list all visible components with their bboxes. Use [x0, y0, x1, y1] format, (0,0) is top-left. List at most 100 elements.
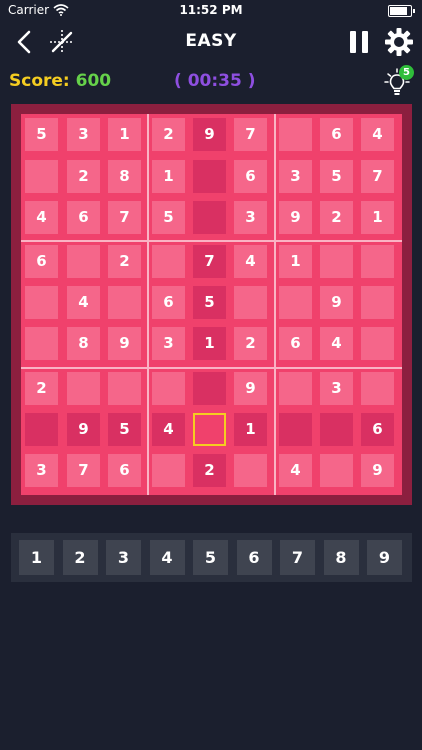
- number-button-6[interactable]: 6: [236, 540, 272, 575]
- number-button-1[interactable]: 1: [19, 540, 54, 575]
- clock: 11:52 PM: [179, 3, 243, 17]
- sudoku-cell-r4c9[interactable]: [361, 245, 394, 278]
- sudoku-cell-r1c4[interactable]: 2: [152, 118, 185, 151]
- sudoku-cell-r7c7[interactable]: [279, 372, 312, 405]
- number-button-4[interactable]: 4: [149, 540, 185, 575]
- number-pad: 123456789: [11, 533, 412, 582]
- sudoku-cell-r1c8[interactable]: 6: [320, 118, 353, 151]
- score-row: Score: 600 ( 00:35 ) 5: [0, 62, 422, 102]
- sudoku-cell-r3c3[interactable]: 7: [108, 201, 141, 234]
- score-display: Score: 600: [9, 71, 111, 91]
- sudoku-cell-r6c3[interactable]: 9: [108, 327, 141, 360]
- sudoku-cell-r2c4[interactable]: 1: [152, 160, 185, 193]
- sudoku-cell-r5c1[interactable]: [25, 286, 58, 319]
- sudoku-cell-r8c2[interactable]: 9: [67, 413, 100, 446]
- sudoku-cell-r4c8[interactable]: [320, 245, 353, 278]
- sudoku-cell-r9c8[interactable]: [320, 454, 353, 487]
- sudoku-cell-r9c5[interactable]: 2: [193, 454, 226, 487]
- sudoku-cell-r5c9[interactable]: [361, 286, 394, 319]
- sudoku-cell-r3c2[interactable]: 6: [67, 201, 100, 234]
- sudoku-cell-r5c2[interactable]: 4: [67, 286, 100, 319]
- sudoku-cell-r7c8[interactable]: 3: [320, 372, 353, 405]
- number-button-2[interactable]: 2: [62, 540, 98, 575]
- sudoku-cell-r7c3[interactable]: [108, 372, 141, 405]
- sudoku-cell-r5c4[interactable]: 6: [152, 286, 185, 319]
- sudoku-cell-r2c5[interactable]: [193, 160, 226, 193]
- sudoku-cell-r6c4[interactable]: 3: [152, 327, 185, 360]
- sudoku-cell-r4c1[interactable]: 6: [25, 245, 58, 278]
- sudoku-cell-r1c6[interactable]: 7: [234, 118, 267, 151]
- sudoku-cell-r9c9[interactable]: 9: [361, 454, 394, 487]
- number-button-8[interactable]: 8: [323, 540, 359, 575]
- sudoku-cell-r9c1[interactable]: 3: [25, 454, 58, 487]
- sudoku-cell-r3c8[interactable]: 2: [320, 201, 353, 234]
- sudoku-cell-r8c6[interactable]: 1: [234, 413, 267, 446]
- sudoku-cell-r9c3[interactable]: 6: [108, 454, 141, 487]
- sudoku-cell-r4c2[interactable]: [67, 245, 100, 278]
- pause-icon[interactable]: [346, 28, 372, 56]
- sudoku-cell-r1c2[interactable]: 3: [67, 118, 100, 151]
- sudoku-cell-r2c9[interactable]: 7: [361, 160, 394, 193]
- sudoku-cell-r4c5[interactable]: 7: [193, 245, 226, 278]
- sudoku-cell-r4c6[interactable]: 4: [234, 245, 267, 278]
- sudoku-cell-r8c4[interactable]: 4: [152, 413, 185, 446]
- sudoku-cell-r6c7[interactable]: 6: [279, 327, 312, 360]
- sudoku-cell-r1c5[interactable]: 9: [193, 118, 226, 151]
- sudoku-cell-r8c5[interactable]: [193, 413, 226, 446]
- sudoku-cell-r4c3[interactable]: 2: [108, 245, 141, 278]
- sudoku-cell-r5c5[interactable]: 5: [193, 286, 226, 319]
- sudoku-cell-r5c6[interactable]: [234, 286, 267, 319]
- sudoku-cell-r7c4[interactable]: [152, 372, 185, 405]
- sudoku-cell-r8c3[interactable]: 5: [108, 413, 141, 446]
- sudoku-cell-r2c8[interactable]: 5: [320, 160, 353, 193]
- sudoku-cell-r9c7[interactable]: 4: [279, 454, 312, 487]
- number-button-5[interactable]: 5: [193, 540, 228, 575]
- sudoku-cell-r7c6[interactable]: 9: [234, 372, 267, 405]
- sudoku-cell-r4c4[interactable]: [152, 245, 185, 278]
- sudoku-cell-r2c3[interactable]: 8: [108, 160, 141, 193]
- sudoku-cell-r3c6[interactable]: 3: [234, 201, 267, 234]
- sudoku-cell-r6c6[interactable]: 2: [234, 327, 267, 360]
- sudoku-cell-r5c7[interactable]: [279, 286, 312, 319]
- sudoku-cell-r6c1[interactable]: [25, 327, 58, 360]
- battery-icon: [388, 5, 415, 17]
- gear-icon[interactable]: [384, 27, 414, 57]
- sudoku-cell-r8c1[interactable]: [25, 413, 58, 446]
- sudoku-cell-r6c2[interactable]: 8: [67, 327, 100, 360]
- sudoku-cell-r8c8[interactable]: [320, 413, 353, 446]
- sudoku-cell-r3c1[interactable]: 4: [25, 201, 58, 234]
- sudoku-cell-r1c1[interactable]: 5: [25, 118, 58, 151]
- sudoku-cell-r3c4[interactable]: 5: [152, 201, 185, 234]
- sudoku-cell-r6c5[interactable]: 1: [193, 327, 226, 360]
- sudoku-cell-r3c7[interactable]: 9: [279, 201, 312, 234]
- sudoku-cell-r8c7[interactable]: [279, 413, 312, 446]
- number-button-3[interactable]: 3: [106, 540, 141, 575]
- sudoku-cell-r8c9[interactable]: 6: [361, 413, 394, 446]
- box-divider-horizontal-1: [21, 240, 402, 242]
- sudoku-cell-r7c9[interactable]: [361, 372, 394, 405]
- sudoku-cell-r5c3[interactable]: [108, 286, 141, 319]
- number-button-7[interactable]: 7: [280, 540, 315, 575]
- sudoku-cell-r1c7[interactable]: [279, 118, 312, 151]
- sudoku-cell-r9c4[interactable]: [152, 454, 185, 487]
- sudoku-cell-r2c1[interactable]: [25, 160, 58, 193]
- sudoku-cell-r2c7[interactable]: 3: [279, 160, 312, 193]
- sudoku-cell-r6c8[interactable]: 4: [320, 327, 353, 360]
- sudoku-cell-r2c2[interactable]: 2: [67, 160, 100, 193]
- sudoku-cell-r9c6[interactable]: [234, 454, 267, 487]
- sudoku-cell-r1c9[interactable]: 4: [361, 118, 394, 151]
- sudoku-cell-r5c8[interactable]: 9: [320, 286, 353, 319]
- sudoku-cell-r3c9[interactable]: 1: [361, 201, 394, 234]
- nav-bar: EASY: [0, 22, 422, 62]
- sudoku-cell-r6c9[interactable]: [361, 327, 394, 360]
- sudoku-cell-r7c5[interactable]: [193, 372, 226, 405]
- box-divider-vertical-1: [147, 114, 149, 495]
- number-button-9[interactable]: 9: [367, 540, 402, 575]
- sudoku-cell-r1c3[interactable]: 1: [108, 118, 141, 151]
- sudoku-cell-r9c2[interactable]: 7: [67, 454, 100, 487]
- sudoku-cell-r3c5[interactable]: [193, 201, 226, 234]
- sudoku-cell-r2c6[interactable]: 6: [234, 160, 267, 193]
- sudoku-cell-r4c7[interactable]: 1: [279, 245, 312, 278]
- sudoku-cell-r7c1[interactable]: 2: [25, 372, 58, 405]
- sudoku-cell-r7c2[interactable]: [67, 372, 100, 405]
